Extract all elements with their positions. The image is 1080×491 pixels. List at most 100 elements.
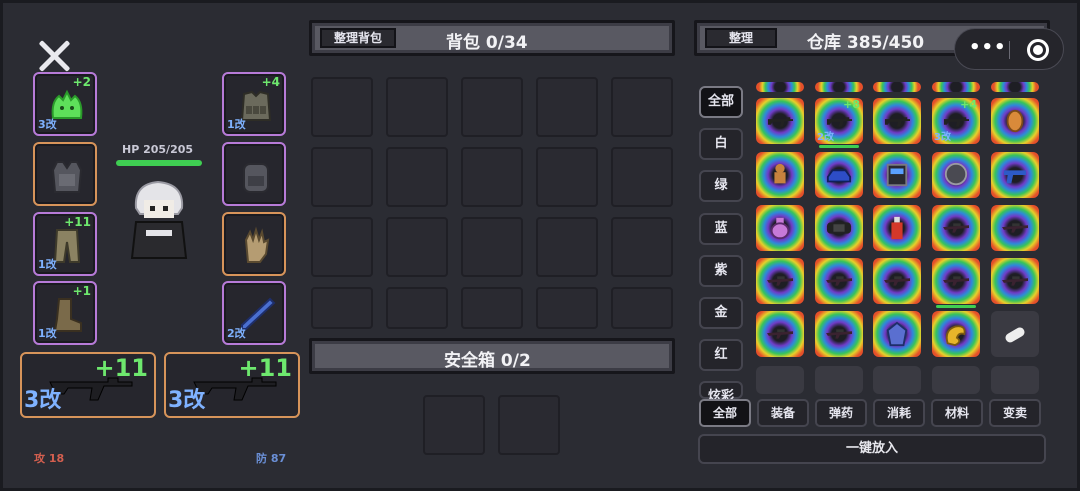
backpack-slot[interactable] [536, 287, 598, 329]
warehouse-item[interactable] [815, 205, 863, 251]
backpack-slot[interactable] [461, 217, 523, 277]
backpack-slot[interactable] [461, 147, 523, 207]
safe-box-slot[interactable] [423, 395, 485, 455]
backpack-slot[interactable] [536, 217, 598, 277]
sort-backpack-button[interactable]: 整理背包 [320, 28, 396, 48]
warehouse-item[interactable] [815, 152, 863, 198]
backpack-slot[interactable] [611, 147, 673, 207]
close-app-icon[interactable] [1027, 39, 1049, 61]
sniper-icon [767, 329, 793, 339]
tab-button[interactable]: 全部 [699, 399, 751, 427]
sniper-icon [943, 276, 969, 286]
backpack-slot[interactable] [386, 77, 448, 137]
tab-button[interactable]: 弹药 [815, 399, 867, 427]
warehouse-item[interactable]: +8 2改 [815, 98, 863, 148]
rifle-icon [767, 117, 793, 127]
equip-slot-blade[interactable]: 2改 [222, 281, 286, 345]
more-icon[interactable]: ••• [969, 37, 1007, 58]
warehouse-item[interactable] [873, 98, 921, 144]
warehouse-item[interactable] [991, 366, 1039, 394]
close-icon[interactable] [36, 38, 72, 74]
backpack-slot[interactable] [311, 147, 373, 207]
upgrade-level: +11 [94, 354, 148, 382]
pistol-icon [1003, 170, 1027, 184]
equip-slot-pet[interactable]: +2 3改 [33, 72, 97, 136]
equip-slot-boots[interactable]: +1 1改 [33, 281, 97, 345]
warehouse-item[interactable] [932, 366, 980, 394]
warehouse-item[interactable] [932, 311, 980, 357]
equip-slot-armor[interactable] [33, 142, 97, 206]
equip-slot-gloves[interactable] [222, 212, 286, 276]
warehouse-item[interactable] [815, 82, 863, 92]
backpack-slot[interactable] [611, 287, 673, 329]
hp-label: HP 205/205 [122, 143, 194, 156]
backpack-slot[interactable] [611, 217, 673, 277]
warehouse-item[interactable] [932, 82, 980, 92]
warehouse-item[interactable] [873, 258, 921, 304]
weapon-slot-primary[interactable]: +11 3改 [20, 352, 156, 418]
backpack-slot[interactable] [461, 77, 523, 137]
gameconsole-icon [826, 222, 852, 234]
warehouse-item[interactable] [756, 366, 804, 394]
backpack-slot[interactable] [536, 147, 598, 207]
medal-icon [944, 162, 968, 186]
backpack-slot[interactable] [311, 287, 373, 329]
warehouse-item[interactable] [991, 152, 1039, 198]
warehouse-item[interactable] [873, 366, 921, 394]
category-button[interactable]: 白 [699, 128, 743, 160]
put-all-button[interactable]: 一键放入 [698, 434, 1046, 464]
warehouse-item[interactable] [873, 82, 921, 92]
warehouse-item[interactable] [756, 311, 804, 357]
warehouse-item[interactable] [815, 366, 863, 394]
warehouse-item[interactable] [815, 258, 863, 304]
category-button[interactable]: 蓝 [699, 213, 743, 245]
category-button[interactable]: 金 [699, 297, 743, 329]
tab-button[interactable]: 装备 [757, 399, 809, 427]
warehouse-item[interactable] [991, 82, 1039, 92]
category-button[interactable]: 全部 [699, 86, 743, 118]
safe-box-slot[interactable] [498, 395, 560, 455]
backpack-slot[interactable] [386, 147, 448, 207]
warehouse-item[interactable] [991, 98, 1039, 144]
tab-button[interactable]: 变卖 [989, 399, 1041, 427]
category-button[interactable]: 炫彩 [699, 381, 743, 404]
warehouse-item[interactable] [991, 205, 1039, 251]
category-button[interactable]: 绿 [699, 170, 743, 202]
backpack-slot[interactable] [311, 217, 373, 277]
warehouse-item[interactable] [756, 98, 804, 144]
warehouse-item[interactable] [932, 152, 980, 198]
warehouse-item[interactable] [873, 205, 921, 251]
glove-icon [244, 226, 270, 263]
equip-slot-vest[interactable]: +4 1改 [222, 72, 286, 136]
category-button[interactable]: 紫 [699, 255, 743, 287]
backpack-slot[interactable] [536, 77, 598, 137]
warehouse-item[interactable] [756, 82, 804, 92]
warehouse-item[interactable] [873, 311, 921, 357]
tab-button[interactable]: 消耗 [873, 399, 925, 427]
weapon-slot-secondary[interactable]: +11 3改 [164, 352, 300, 418]
mod-count: 3改 [24, 388, 62, 413]
equip-slot-pants[interactable]: +11 1改 [33, 212, 97, 276]
warehouse-item[interactable] [756, 205, 804, 251]
warehouse-item[interactable] [932, 258, 980, 308]
backpack-slot[interactable] [386, 287, 448, 329]
warehouse-item[interactable] [991, 258, 1039, 304]
warehouse-item[interactable]: +4 3改 [932, 98, 980, 144]
backpack-slot[interactable] [461, 287, 523, 329]
warehouse-item[interactable] [815, 311, 863, 357]
warehouse-item[interactable] [873, 152, 921, 198]
tab-button[interactable]: 材料 [931, 399, 983, 427]
sort-warehouse-button[interactable]: 整理 [705, 28, 777, 48]
upgrade-level: +4 [960, 98, 977, 111]
equip-slot-backpack[interactable] [222, 142, 286, 206]
backpack-slot[interactable] [311, 77, 373, 137]
warehouse-item[interactable] [756, 258, 804, 304]
upgrade-level: +1 [72, 284, 91, 298]
warehouse-item[interactable] [991, 311, 1039, 357]
controller-icon [1005, 327, 1025, 343]
warehouse-item[interactable] [756, 152, 804, 198]
backpack-slot[interactable] [386, 217, 448, 277]
category-button[interactable]: 红 [699, 339, 743, 371]
backpack-slot[interactable] [611, 77, 673, 137]
warehouse-item[interactable] [932, 205, 980, 251]
